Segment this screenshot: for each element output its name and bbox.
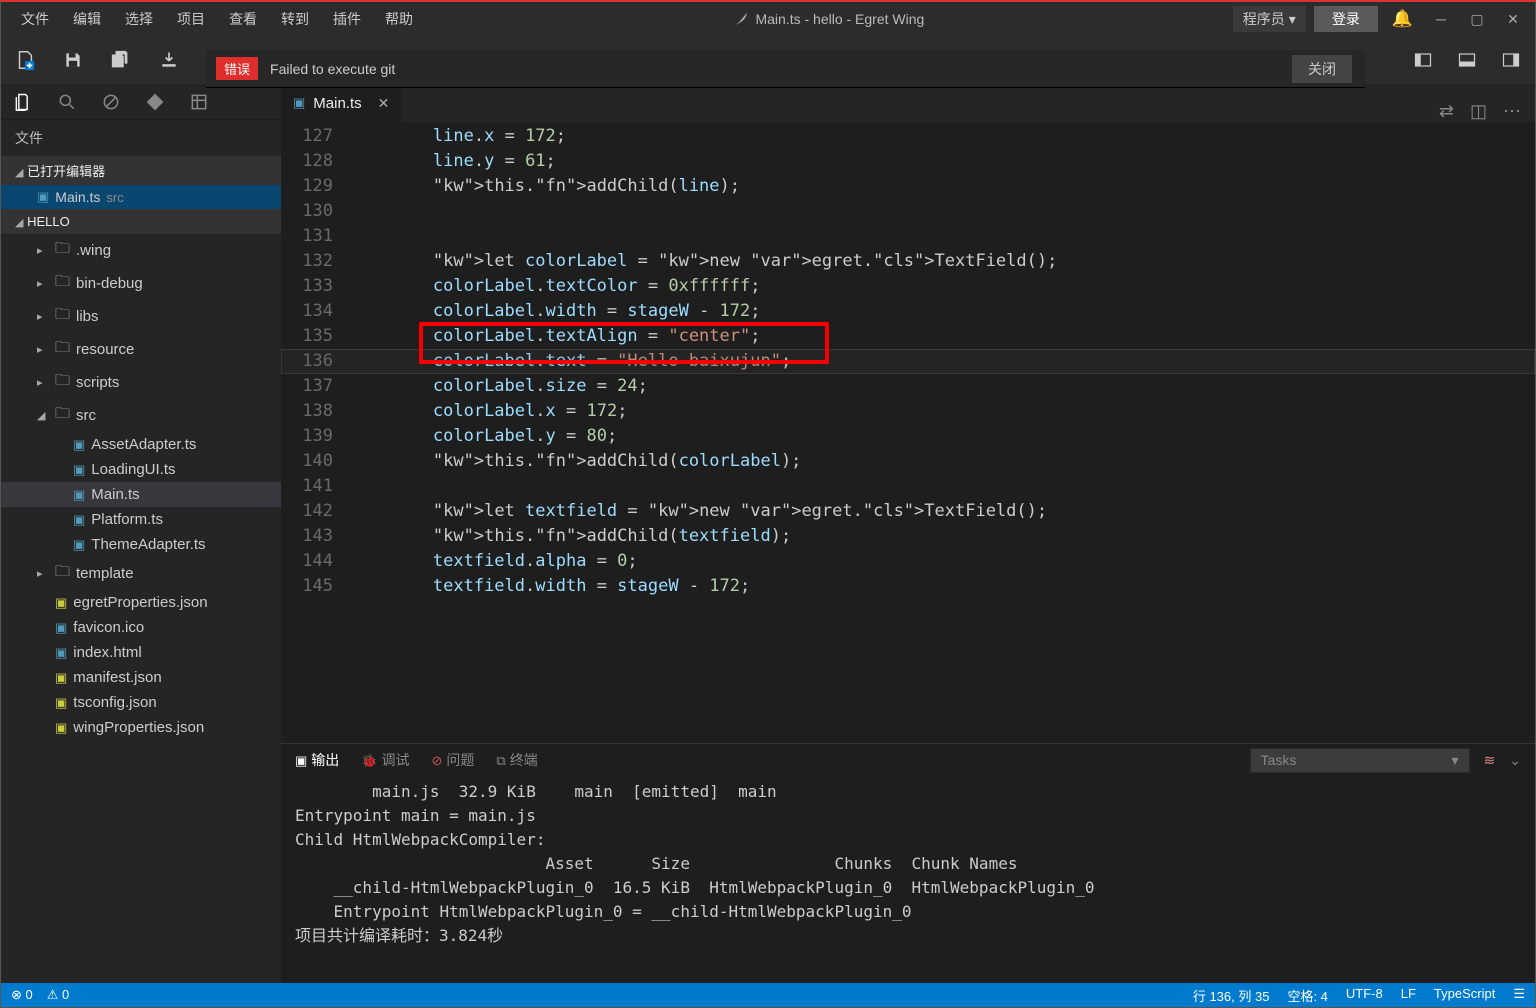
tree-item[interactable]: ▸🗀bin-debug bbox=[1, 267, 281, 300]
tree-item[interactable]: ▸🗀libs bbox=[1, 300, 281, 333]
close-button[interactable]: ✕ bbox=[1499, 7, 1527, 32]
line-gutter: 1271281291301311321331341351361371381391… bbox=[281, 122, 351, 743]
menu-编辑[interactable]: 编辑 bbox=[61, 5, 113, 33]
app-icon bbox=[733, 11, 749, 27]
close-tab-icon[interactable]: ✕ bbox=[378, 95, 390, 112]
terminal-tab[interactable]: ⧉终端 bbox=[496, 750, 537, 770]
tree-item[interactable]: ▣egretProperties.json bbox=[1, 590, 281, 615]
menu-插件[interactable]: 插件 bbox=[321, 5, 373, 33]
tree-item[interactable]: ▸🗀template bbox=[1, 557, 281, 590]
search-tab-icon[interactable] bbox=[57, 92, 77, 112]
project-header[interactable]: ◢ HELLO bbox=[1, 209, 281, 234]
download-icon[interactable] bbox=[157, 48, 181, 72]
minimize-button[interactable]: ─ bbox=[1427, 7, 1455, 31]
output-console[interactable]: main.js 32.9 KiB main [emitted] main Ent… bbox=[281, 776, 1535, 983]
no-entry-icon[interactable] bbox=[101, 92, 121, 112]
errors-count[interactable]: ⊗ 0 bbox=[11, 987, 33, 1003]
tree-item[interactable]: ▣tsconfig.json bbox=[1, 690, 281, 715]
menu-项目[interactable]: 项目 bbox=[165, 5, 217, 33]
maximize-button[interactable]: ▢ bbox=[1463, 7, 1491, 32]
title-bar: 文件编辑选择项目查看转到插件帮助 Main.ts - hello - Egret… bbox=[1, 2, 1535, 36]
tab-bar: ▣ Main.ts ✕ ⇄ ◫ ⋯ bbox=[281, 84, 1535, 122]
explorer-title: 文件 bbox=[1, 120, 281, 156]
notification-close-button[interactable]: 关闭 bbox=[1292, 55, 1352, 83]
file-tab[interactable]: ▣ Main.ts ✕ bbox=[281, 84, 401, 122]
new-file-icon[interactable] bbox=[13, 48, 37, 72]
error-badge: 错误 bbox=[216, 57, 258, 80]
tree-item[interactable]: ▸🗀.wing bbox=[1, 234, 281, 267]
warnings-count[interactable]: ⚠ 0 bbox=[47, 987, 70, 1003]
encoding-status[interactable]: UTF-8 bbox=[1346, 986, 1383, 1005]
problems-tab[interactable]: ⊘问题 bbox=[431, 750, 474, 770]
menu-查看[interactable]: 查看 bbox=[217, 5, 269, 33]
layout-left-icon[interactable] bbox=[1411, 48, 1435, 72]
tree-item[interactable]: ▣LoadingUI.ts bbox=[1, 457, 281, 482]
layout-right-icon[interactable] bbox=[1499, 48, 1523, 72]
tree-item[interactable]: ▣Main.ts bbox=[1, 482, 281, 507]
debug-tab[interactable]: 🐞调试 bbox=[361, 750, 409, 770]
login-button[interactable]: 登录 bbox=[1314, 6, 1378, 32]
open-editors-header[interactable]: ◢ 已打开编辑器 bbox=[1, 156, 281, 185]
code-editor[interactable]: 1271281291301311321331341351361371381391… bbox=[281, 122, 1535, 743]
bottom-panel: ▣输出 🐞调试 ⊘问题 ⧉终端 Tasks▾ ≋ ⌄ main.js 32.9 … bbox=[281, 743, 1535, 983]
output-tab[interactable]: ▣输出 bbox=[295, 750, 339, 770]
menu-帮助[interactable]: 帮助 bbox=[373, 5, 425, 33]
cursor-position[interactable]: 行 136, 列 35 bbox=[1193, 986, 1270, 1005]
feedback-icon[interactable]: ☰ bbox=[1513, 986, 1525, 1005]
menu-转到[interactable]: 转到 bbox=[269, 5, 321, 33]
source-control-icon[interactable] bbox=[145, 92, 165, 112]
status-bar: ⊗ 0 ⚠ 0 行 136, 列 35 空格: 4 UTF-8 LF TypeS… bbox=[1, 983, 1535, 1007]
menu-选择[interactable]: 选择 bbox=[113, 5, 165, 33]
tree-item[interactable]: ▸🗀scripts bbox=[1, 366, 281, 399]
language-status[interactable]: TypeScript bbox=[1434, 986, 1495, 1005]
notification-text: Failed to execute git bbox=[270, 61, 1355, 77]
open-editor-item[interactable]: ▣ Main.ts src bbox=[1, 185, 281, 209]
package-icon[interactable] bbox=[189, 92, 209, 112]
more-icon[interactable]: ⋯ bbox=[1503, 101, 1521, 122]
compare-icon[interactable]: ⇄ bbox=[1439, 101, 1454, 122]
save-icon[interactable] bbox=[61, 48, 85, 72]
tree-item[interactable]: ◢🗀src bbox=[1, 399, 281, 432]
layout-bottom-icon[interactable] bbox=[1455, 48, 1479, 72]
menu-文件[interactable]: 文件 bbox=[9, 5, 61, 33]
tree-item[interactable]: ▣Platform.ts bbox=[1, 507, 281, 532]
clear-output-icon[interactable]: ≋ bbox=[1484, 752, 1496, 769]
tree-item[interactable]: ▣wingProperties.json bbox=[1, 715, 281, 740]
tree-item[interactable]: ▸🗀resource bbox=[1, 333, 281, 366]
window-title: Main.ts - hello - Egret Wing bbox=[425, 11, 1233, 27]
tree-item[interactable]: ▣AssetAdapter.ts bbox=[1, 432, 281, 457]
sidebar: 文件 ◢ 已打开编辑器 ▣ Main.ts src ◢ HELLO ▸🗀.win… bbox=[1, 84, 281, 983]
tasks-dropdown[interactable]: Tasks▾ bbox=[1250, 748, 1470, 773]
tree-item[interactable]: ▣ThemeAdapter.ts bbox=[1, 532, 281, 557]
explorer-tab-icon[interactable] bbox=[13, 92, 33, 112]
highlight-box bbox=[419, 322, 829, 364]
editor-area: ▣ Main.ts ✕ ⇄ ◫ ⋯ 1271281291301311321331… bbox=[281, 84, 1535, 983]
tree-item[interactable]: ▣manifest.json bbox=[1, 665, 281, 690]
bell-icon[interactable]: 🔔 bbox=[1392, 9, 1413, 29]
split-editor-icon[interactable]: ◫ bbox=[1470, 101, 1487, 122]
indent-status[interactable]: 空格: 4 bbox=[1287, 986, 1327, 1005]
tree-item[interactable]: ▣index.html bbox=[1, 640, 281, 665]
save-all-icon[interactable] bbox=[109, 48, 133, 72]
eol-status[interactable]: LF bbox=[1401, 986, 1416, 1005]
role-dropdown[interactable]: 程序员▾ bbox=[1233, 6, 1306, 32]
expand-panel-icon[interactable]: ⌄ bbox=[1509, 752, 1521, 769]
error-notification: 错误 Failed to execute git bbox=[206, 50, 1365, 88]
tree-item[interactable]: ▣favicon.ico bbox=[1, 615, 281, 640]
